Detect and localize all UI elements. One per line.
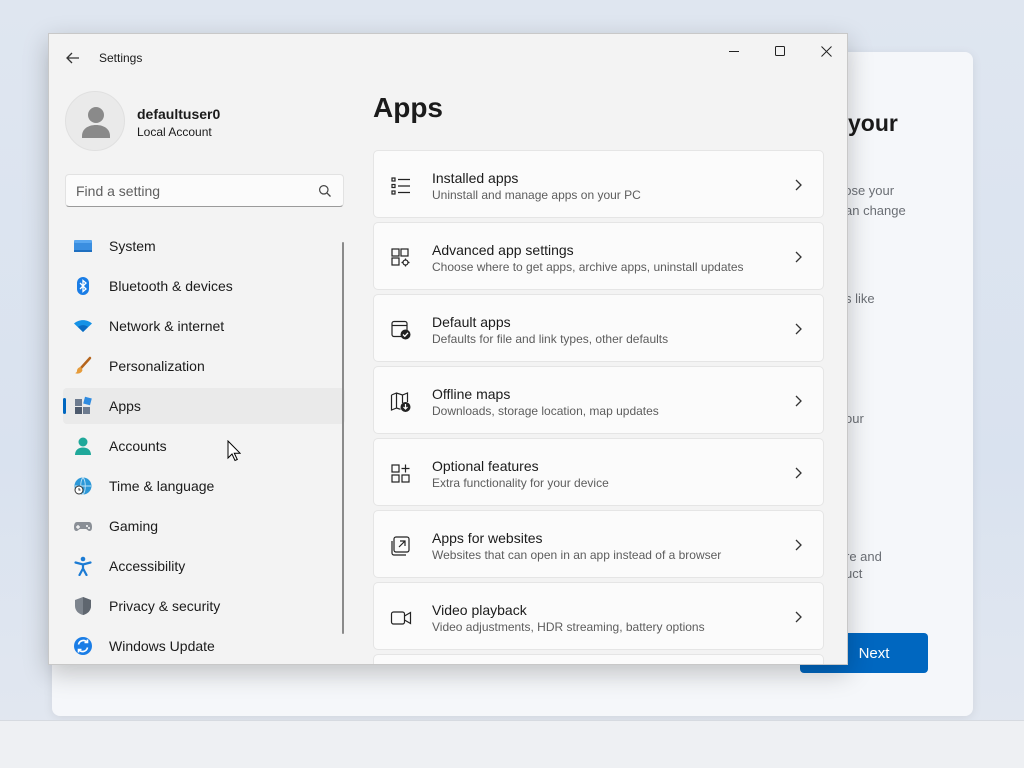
sidebar-item-network[interactable]: Network & internet	[63, 308, 345, 344]
card-offline-maps[interactable]: Offline maps Downloads, storage location…	[373, 366, 824, 434]
sidebar-item-system[interactable]: System	[63, 228, 345, 264]
accessibility-icon	[73, 556, 93, 576]
mouse-cursor-icon	[227, 440, 241, 462]
background-text-fragment: an change	[845, 203, 906, 218]
card-title: Optional features	[432, 458, 539, 474]
sidebar-item-label: Accessibility	[109, 558, 186, 574]
person-placeholder-icon	[82, 107, 110, 138]
paintbrush-icon	[73, 356, 93, 376]
grid-add-icon	[391, 464, 410, 483]
video-camera-icon	[390, 611, 412, 625]
settings-window: Settings defaultuser0 Local Account Find…	[48, 33, 848, 665]
back-button[interactable]	[59, 46, 87, 70]
minimize-icon	[728, 50, 739, 52]
card-title: Apps for websites	[432, 530, 543, 546]
card-partially-visible[interactable]	[373, 654, 824, 664]
sidebar-item-label: Bluetooth & devices	[109, 278, 233, 294]
user-profile[interactable]: defaultuser0 Local Account	[65, 91, 355, 155]
card-advanced-app-settings[interactable]: Advanced app settings Choose where to ge…	[373, 222, 824, 290]
sidebar-item-label: System	[109, 238, 156, 254]
sidebar-item-accessibility[interactable]: Accessibility	[63, 548, 345, 584]
app-settings-icon	[391, 248, 410, 267]
card-subtitle: Video adjustments, HDR streaming, batter…	[432, 620, 705, 634]
sidebar-item-bluetooth[interactable]: Bluetooth & devices	[63, 268, 345, 304]
chevron-right-icon	[795, 539, 802, 551]
avatar	[65, 91, 125, 151]
sidebar-item-label: Time & language	[109, 478, 215, 494]
chevron-right-icon	[795, 395, 802, 407]
close-icon	[820, 45, 832, 57]
minimize-button[interactable]	[711, 36, 757, 66]
card-subtitle: Uninstall and manage apps on your PC	[432, 188, 641, 202]
sidebar-item-label: Apps	[109, 398, 141, 414]
taskbar	[0, 720, 1024, 768]
sidebar-item-personalization[interactable]: Personalization	[63, 348, 345, 384]
sidebar-item-gaming[interactable]: Gaming	[63, 508, 345, 544]
open-in-app-icon	[391, 536, 410, 556]
sidebar-item-label: Personalization	[109, 358, 205, 374]
sidebar-item-label: Gaming	[109, 518, 159, 534]
card-apps-for-websites[interactable]: Apps for websites Websites that can open…	[373, 510, 824, 578]
card-title: Advanced app settings	[432, 242, 574, 258]
chevron-right-icon	[795, 323, 802, 335]
card-subtitle: Defaults for file and link types, other …	[432, 332, 669, 346]
update-icon	[73, 636, 93, 656]
page-title: Apps	[373, 92, 443, 123]
chevron-right-icon	[795, 467, 802, 479]
chevron-right-icon	[795, 179, 802, 191]
sidebar-item-privacy-security[interactable]: Privacy & security	[63, 588, 345, 624]
map-download-icon	[390, 392, 411, 412]
title-bar: Settings	[49, 34, 847, 82]
card-video-playback[interactable]: Video playback Video adjustments, HDR st…	[373, 582, 824, 650]
maximize-button[interactable]	[757, 36, 803, 66]
card-installed-apps[interactable]: Installed apps Uninstall and manage apps…	[373, 150, 824, 218]
search-input[interactable]	[66, 175, 306, 206]
sidebar-item-label: Windows Update	[109, 638, 215, 654]
card-optional-features[interactable]: Optional features Extra functionality fo…	[373, 438, 824, 506]
gamepad-icon	[73, 516, 93, 536]
sidebar-item-time-language[interactable]: Time & language	[63, 468, 345, 504]
apps-icon	[73, 396, 93, 416]
app-title: Settings	[99, 51, 143, 65]
sidebar-item-label: Privacy & security	[109, 598, 221, 614]
background-text-fragment: re and	[845, 549, 882, 564]
username: defaultuser0	[137, 106, 221, 122]
card-subtitle: Choose where to get apps, archive apps, …	[432, 260, 744, 274]
shield-icon	[73, 596, 93, 616]
card-title: Video playback	[432, 602, 527, 618]
background-text-fragment: s like	[845, 291, 875, 306]
maximize-icon	[774, 45, 785, 56]
account-type: Local Account	[137, 125, 212, 139]
background-title-fragment: your	[848, 110, 898, 136]
card-subtitle: Extra functionality for your device	[432, 476, 609, 490]
card-subtitle: Websites that can open in an app instead…	[432, 548, 722, 562]
search-box[interactable]	[65, 174, 344, 207]
sidebar-item-accounts[interactable]: Accounts	[63, 428, 345, 464]
sidebar-item-label: Accounts	[109, 438, 167, 454]
sidebar-scrollbar[interactable]	[342, 242, 344, 634]
arrow-left-icon	[66, 52, 79, 64]
settings-card-list: Installed apps Uninstall and manage apps…	[373, 150, 824, 664]
card-title: Offline maps	[432, 386, 511, 402]
default-apps-icon	[391, 320, 411, 340]
bluetooth-icon	[73, 276, 93, 296]
card-default-apps[interactable]: Default apps Defaults for file and link …	[373, 294, 824, 362]
chevron-right-icon	[795, 251, 802, 263]
system-display-icon	[73, 236, 93, 256]
sidebar-item-windows-update[interactable]: Windows Update	[63, 628, 345, 664]
wifi-icon	[73, 316, 93, 336]
globe-clock-icon	[73, 476, 93, 496]
sidebar-nav: System Bluetooth & devices Network & int…	[63, 228, 345, 664]
card-title: Installed apps	[432, 170, 519, 186]
chevron-right-icon	[795, 611, 802, 623]
search-icon	[319, 185, 331, 197]
list-icon	[391, 177, 410, 195]
card-subtitle: Downloads, storage location, map updates	[432, 404, 659, 418]
card-title: Default apps	[432, 314, 511, 330]
person-icon	[73, 436, 93, 456]
sidebar-item-label: Network & internet	[109, 318, 225, 334]
close-button[interactable]	[803, 36, 847, 66]
sidebar-item-apps[interactable]: Apps	[63, 388, 345, 424]
